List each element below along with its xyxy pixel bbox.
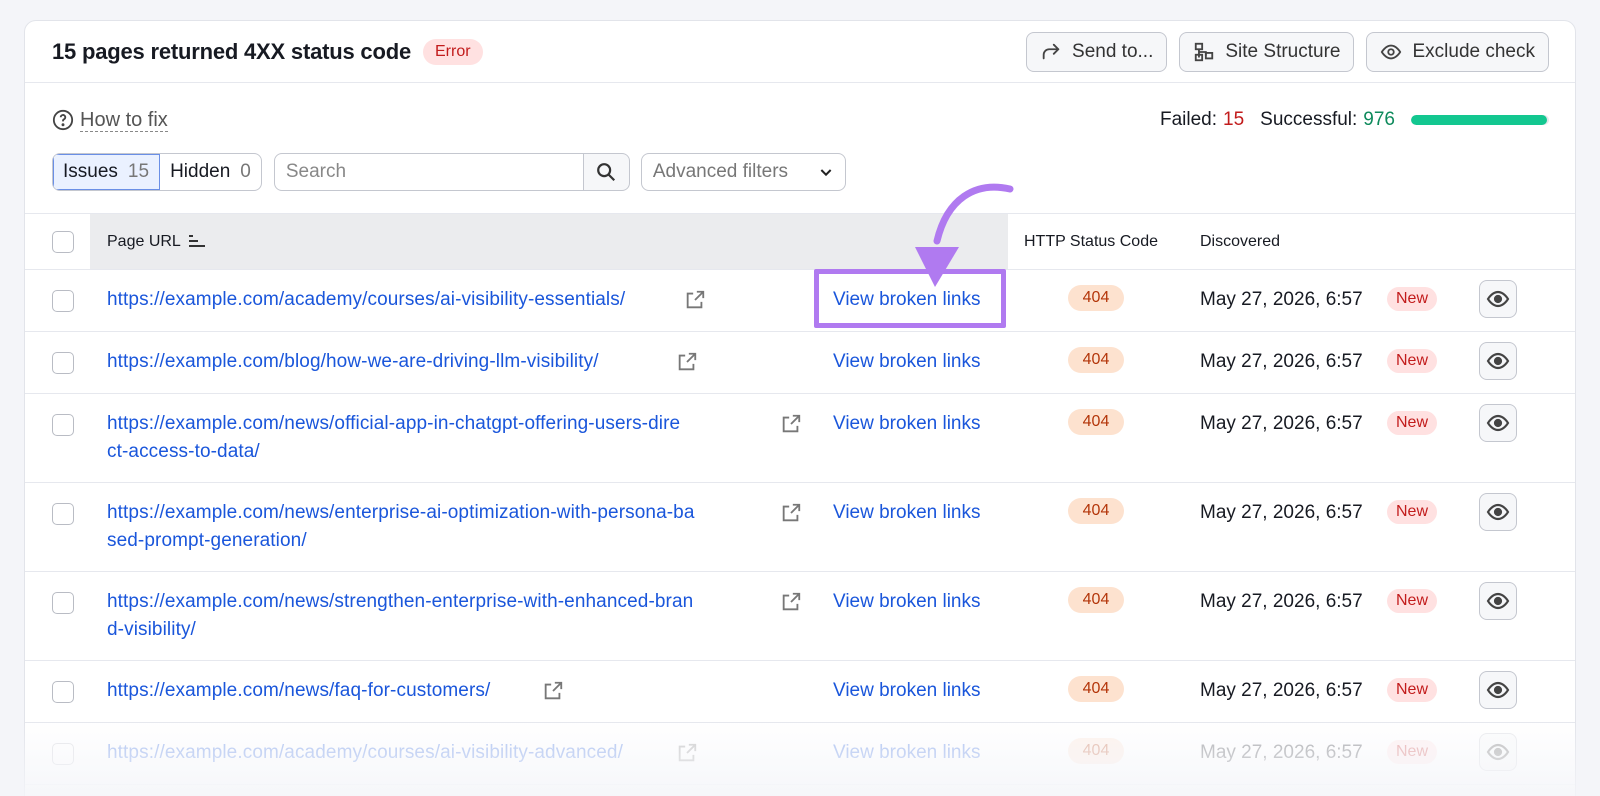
new-badge: New xyxy=(1387,349,1438,373)
column-header-discovered[interactable]: Discovered xyxy=(1200,233,1280,251)
page-url-link[interactable]: https://example.com/news/faq-for-custome… xyxy=(107,677,777,705)
hide-row-button[interactable] xyxy=(1479,280,1517,318)
hide-row-button[interactable] xyxy=(1479,733,1517,771)
new-badge: New xyxy=(1387,411,1438,435)
status-code-badge: 404 xyxy=(1068,587,1124,613)
card-header: 15 pages returned 4XX status code Error … xyxy=(25,21,1575,83)
eye-icon xyxy=(1486,592,1510,610)
view-broken-links-link[interactable]: View broken links xyxy=(833,348,981,376)
advanced-filters-dropdown[interactable]: Advanced filters xyxy=(640,153,846,191)
status-code-badge: 404 xyxy=(1068,285,1124,311)
row-checkbox[interactable] xyxy=(52,290,74,312)
status-code-badge: 404 xyxy=(1068,409,1124,435)
external-link-icon[interactable] xyxy=(780,591,802,613)
discovered-date: May 27, 2026, 6:57 xyxy=(1200,680,1363,701)
sort-icon[interactable] xyxy=(188,234,207,250)
column-header-http-status[interactable]: HTTP Status Code xyxy=(1024,233,1158,251)
table-row: https://example.com/news/strengthen-ente… xyxy=(25,572,1575,661)
table-row: https://example.com/news/faq-for-custome… xyxy=(25,661,1575,723)
page-url-link[interactable]: https://example.com/academy/courses/ai-v… xyxy=(107,286,777,314)
question-circle-icon xyxy=(52,109,74,131)
new-badge: New xyxy=(1387,740,1438,764)
hide-row-button[interactable] xyxy=(1479,493,1517,531)
error-badge: Error xyxy=(422,38,483,65)
eye-icon xyxy=(1486,290,1510,308)
table-row: https://example.com/academy/courses/ai-v… xyxy=(25,723,1575,785)
eye-icon xyxy=(1486,352,1510,370)
row-checkbox[interactable] xyxy=(52,743,74,765)
issue-card: 15 pages returned 4XX status code Error … xyxy=(24,20,1576,796)
send-to-button[interactable]: Send to... xyxy=(1026,31,1168,72)
external-link-icon[interactable] xyxy=(542,680,564,702)
hide-row-button[interactable] xyxy=(1479,342,1517,380)
successful-count: 976 xyxy=(1363,109,1395,130)
site-structure-button[interactable]: Site Structure xyxy=(1179,31,1355,72)
discovered-date: May 27, 2026, 6:57 xyxy=(1200,351,1363,372)
view-broken-links-link[interactable]: View broken links xyxy=(833,410,981,438)
discovered-date: May 27, 2026, 6:57 xyxy=(1200,742,1363,763)
tab-issues[interactable]: Issues 15 xyxy=(53,154,161,190)
page-url-link[interactable]: https://example.com/news/enterprise-ai-o… xyxy=(107,499,777,555)
page-url-link[interactable]: https://example.com/news/official-app-in… xyxy=(107,410,777,466)
external-link-icon[interactable] xyxy=(684,289,706,311)
new-badge: New xyxy=(1387,678,1438,702)
discovered-date: May 27, 2026, 6:57 xyxy=(1200,591,1363,612)
eye-icon xyxy=(1486,414,1510,432)
discovered-date: May 27, 2026, 6:57 xyxy=(1200,502,1363,523)
external-link-icon[interactable] xyxy=(780,502,802,524)
sitemap-icon xyxy=(1195,42,1214,61)
row-checkbox[interactable] xyxy=(52,592,74,614)
page-url-link[interactable]: https://example.com/news/strengthen-ente… xyxy=(107,588,777,644)
new-badge: New xyxy=(1387,500,1438,524)
select-all-checkbox[interactable] xyxy=(52,231,74,253)
column-header-page-url[interactable]: Page URL xyxy=(90,214,1008,269)
view-broken-links-link[interactable]: View broken links xyxy=(833,286,981,314)
status-code-badge: 404 xyxy=(1068,347,1124,373)
hide-row-button[interactable] xyxy=(1479,671,1517,709)
search-button[interactable] xyxy=(583,153,630,191)
new-badge: New xyxy=(1387,589,1438,613)
row-checkbox[interactable] xyxy=(52,414,74,436)
status-code-badge: 404 xyxy=(1068,498,1124,524)
table-row: https://example.com/news/enterprise-ai-o… xyxy=(25,483,1575,572)
how-to-fix-link[interactable]: How to fix xyxy=(52,109,168,132)
external-link-icon[interactable] xyxy=(676,742,698,764)
search-icon xyxy=(597,163,616,182)
table-header: Page URL HTTP Status Code Discovered xyxy=(25,213,1575,270)
eye-icon xyxy=(1486,743,1510,761)
discovered-date: May 27, 2026, 6:57 xyxy=(1200,289,1363,310)
search-input[interactable]: Search xyxy=(273,153,584,191)
table-row: https://example.com/academy/courses/ai-v… xyxy=(25,270,1575,332)
table-row: https://example.com/news/official-app-in… xyxy=(25,394,1575,483)
view-broken-links-link[interactable]: View broken links xyxy=(833,499,981,527)
chevron-down-icon xyxy=(820,169,832,177)
eye-icon xyxy=(1381,44,1402,59)
discovered-date: May 27, 2026, 6:57 xyxy=(1200,413,1363,434)
share-arrow-icon xyxy=(1042,43,1060,59)
view-broken-links-link[interactable]: View broken links xyxy=(833,739,981,767)
tab-hidden[interactable]: Hidden 0 xyxy=(160,154,261,190)
eye-icon xyxy=(1486,681,1510,699)
eye-icon xyxy=(1486,503,1510,521)
row-checkbox[interactable] xyxy=(52,352,74,374)
hide-row-button[interactable] xyxy=(1479,404,1517,442)
row-checkbox[interactable] xyxy=(52,681,74,703)
hide-row-button[interactable] xyxy=(1479,582,1517,620)
view-broken-links-link[interactable]: View broken links xyxy=(833,588,981,616)
new-badge: New xyxy=(1387,287,1438,311)
success-progress-bar xyxy=(1411,115,1549,125)
status-code-badge: 404 xyxy=(1068,676,1124,702)
view-broken-links-link[interactable]: View broken links xyxy=(833,677,981,705)
exclude-check-button[interactable]: Exclude check xyxy=(1366,31,1549,72)
issues-hidden-toggle: Issues 15 Hidden 0 xyxy=(52,153,262,191)
external-link-icon[interactable] xyxy=(780,413,802,435)
page-title: 15 pages returned 4XX status code xyxy=(52,38,411,64)
row-checkbox[interactable] xyxy=(52,503,74,525)
failed-count: 15 xyxy=(1223,109,1245,130)
external-link-icon[interactable] xyxy=(676,351,698,373)
table-row: https://example.com/blog/how-we-are-driv… xyxy=(25,332,1575,394)
check-stats: Failed: 15 Successful: 976 xyxy=(1160,109,1549,131)
status-code-badge: 404 xyxy=(1068,738,1124,764)
